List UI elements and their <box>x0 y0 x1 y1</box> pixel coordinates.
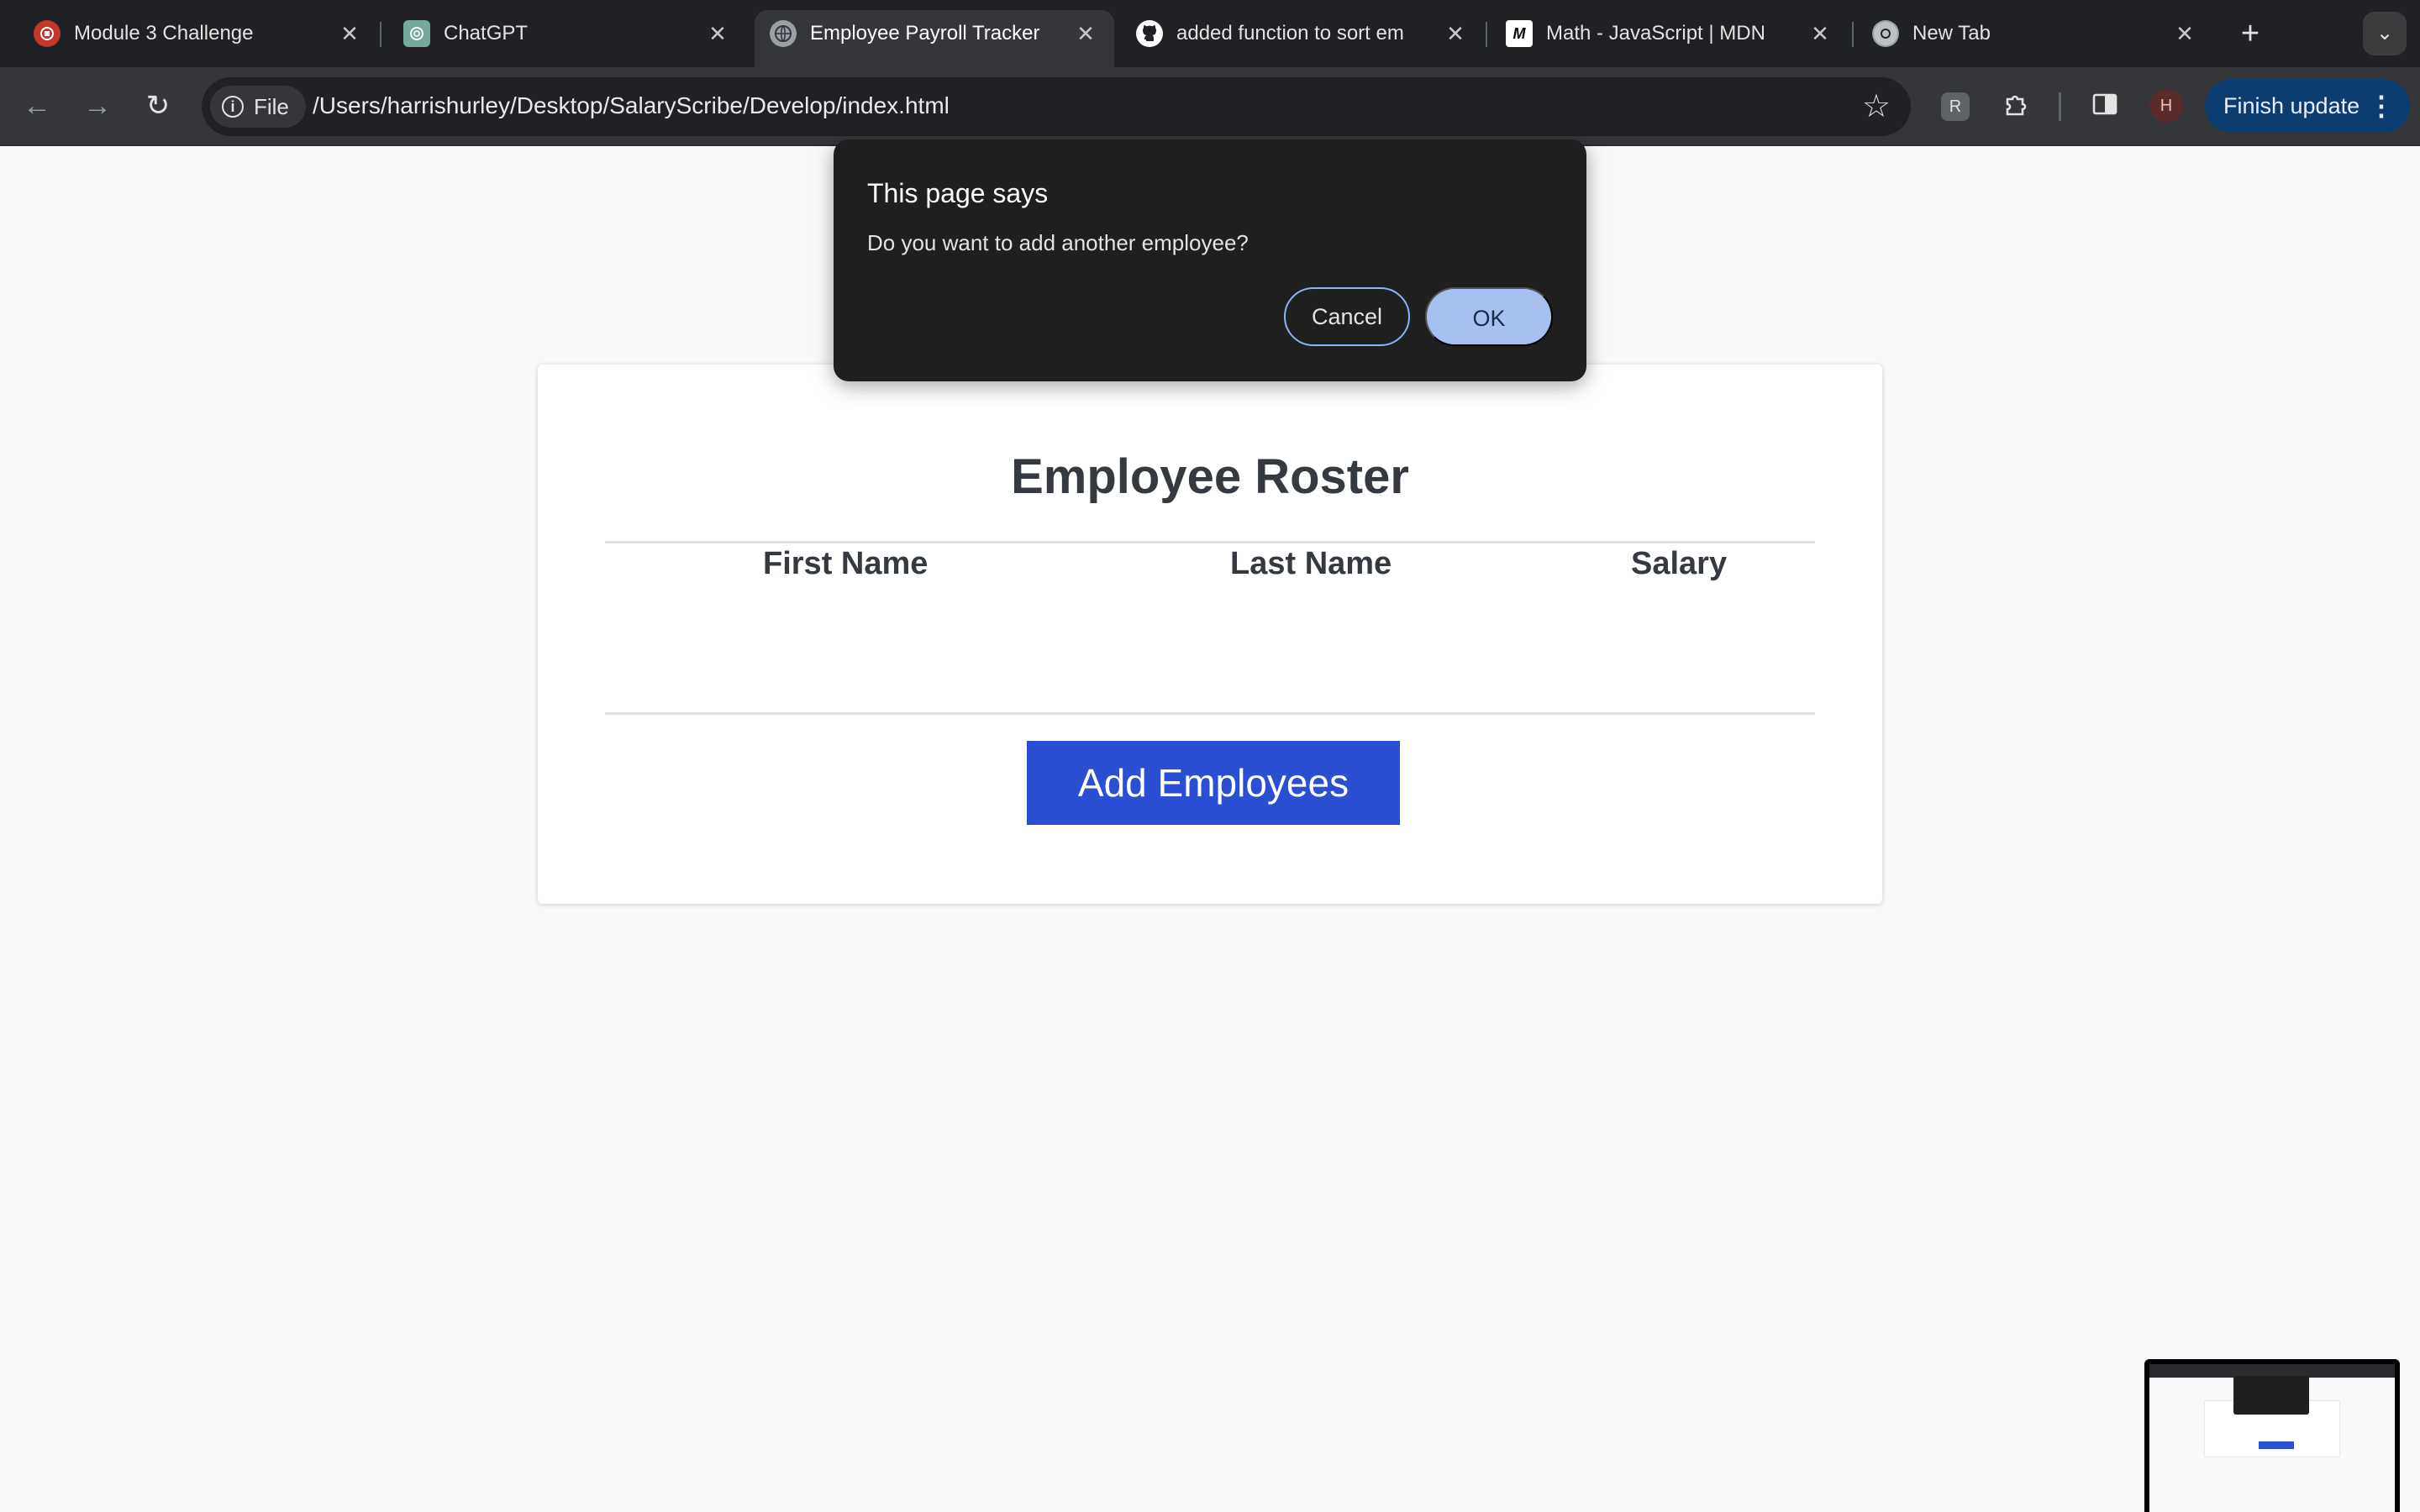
back-button[interactable]: ← <box>18 87 55 124</box>
toolbar-divider <box>2059 92 2061 121</box>
course-icon <box>34 20 60 47</box>
chrome-icon <box>1872 20 1899 47</box>
tab-chatgpt[interactable]: ChatGPT ✕ <box>370 0 739 67</box>
screenshot-thumbnail[interactable] <box>2144 1359 2400 1512</box>
site-info-chip[interactable]: i File <box>210 86 306 128</box>
ok-button[interactable]: OK <box>1425 287 1553 346</box>
extension-icon[interactable]: R <box>1941 92 1970 121</box>
dialog-message: Do you want to add another employee? <box>867 230 1249 255</box>
address-bar[interactable]: i File /Users/harrishurley/Desktop/Salar… <box>202 77 1911 136</box>
finish-update-button[interactable]: Finish update ⋮ <box>2205 79 2410 133</box>
dialog-title: This page says <box>867 178 1049 208</box>
new-tab-button[interactable]: + <box>2232 15 2269 52</box>
tab-strip: Module 3 Challenge ✕ ChatGPT ✕ Employee … <box>0 0 2420 67</box>
close-icon[interactable]: ✕ <box>1805 18 1835 49</box>
info-icon: i <box>222 96 244 118</box>
more-options-icon: ⋮ <box>2368 91 2395 121</box>
chatgpt-icon <box>403 20 430 47</box>
url-text[interactable]: /Users/harrishurley/Desktop/SalaryScribe… <box>313 92 950 119</box>
tab-title: New Tab <box>1912 22 1991 45</box>
confirm-dialog: This page says Do you want to add anothe… <box>834 139 1586 381</box>
finish-update-label: Finish update <box>2223 92 2360 118</box>
close-icon[interactable]: ✕ <box>2170 18 2200 49</box>
forward-button[interactable]: → <box>79 87 116 124</box>
close-icon[interactable]: ✕ <box>702 18 733 49</box>
thumbnail-preview <box>2149 1364 2395 1512</box>
tab-mdn[interactable]: M Math - JavaScript | MDN ✕ <box>1491 0 1860 67</box>
extensions-puzzle-icon[interactable] <box>2000 91 2032 123</box>
thumbnail-button <box>2259 1441 2294 1449</box>
tab-title: Module 3 Challenge <box>74 22 254 45</box>
tab-search-button[interactable]: ⌄ <box>2363 12 2407 55</box>
tab-module-3-challenge[interactable]: Module 3 Challenge ✕ <box>0 0 370 67</box>
tab-title: Employee Payroll Tracker <box>810 22 1040 45</box>
arrow-right-icon: → <box>83 90 112 122</box>
globe-icon <box>770 20 797 47</box>
avatar[interactable]: H <box>2149 89 2183 123</box>
add-employees-button[interactable]: Add Employees <box>1027 741 1400 825</box>
chevron-down-icon: ⌄ <box>2375 22 2394 45</box>
table-divider-bottom <box>605 712 1815 715</box>
column-header-last-name: Last Name <box>1230 546 1392 581</box>
thumbnail-dialog <box>2233 1376 2309 1415</box>
reload-button[interactable]: ↻ <box>139 87 176 124</box>
tab-github[interactable]: added function to sort em ✕ <box>1121 0 1491 67</box>
column-header-salary: Salary <box>1631 546 1728 581</box>
close-icon[interactable]: ✕ <box>1071 18 1101 49</box>
cancel-button[interactable]: Cancel <box>1284 287 1410 346</box>
browser-toolbar: ← → ↻ i File /Users/harrishurley/Desktop… <box>0 67 2420 146</box>
tab-employee-payroll-tracker[interactable]: Employee Payroll Tracker ✕ <box>755 10 1114 67</box>
tab-new-tab[interactable]: New Tab ✕ <box>1857 0 2210 67</box>
roster-card: Employee Roster First Name Last Name Sal… <box>538 365 1882 904</box>
side-panel-icon[interactable] <box>2089 91 2121 123</box>
table-divider-top <box>605 541 1815 543</box>
tab-title: ChatGPT <box>444 22 529 45</box>
github-icon <box>1136 20 1163 47</box>
tab-title: Math - JavaScript | MDN <box>1546 22 1765 45</box>
bookmark-star-icon[interactable]: ☆ <box>1862 89 1891 124</box>
close-icon[interactable]: ✕ <box>334 18 365 49</box>
tab-separator <box>1852 22 1854 47</box>
arrow-left-icon: ← <box>23 90 51 122</box>
site-info-label: File <box>254 93 289 119</box>
reload-icon: ↻ <box>145 90 171 122</box>
close-icon[interactable]: ✕ <box>1440 18 1470 49</box>
tab-separator <box>1486 22 1487 47</box>
mdn-icon: M <box>1506 20 1533 47</box>
column-header-first-name: First Name <box>763 546 929 581</box>
page-title: Employee Roster <box>1011 449 1409 504</box>
tab-title: added function to sort em <box>1176 22 1404 45</box>
